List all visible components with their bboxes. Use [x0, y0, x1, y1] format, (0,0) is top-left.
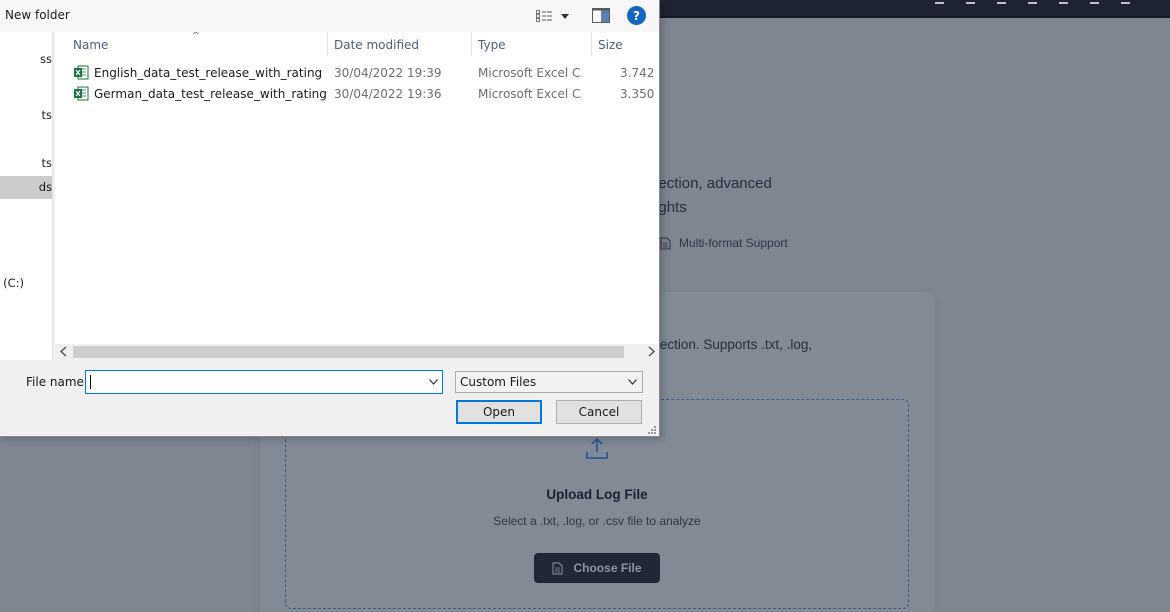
- chevron-down-icon: [628, 379, 637, 385]
- scrollbar-thumb[interactable]: [73, 346, 624, 358]
- file-name-input[interactable]: [90, 373, 420, 391]
- toolbar-icon[interactable]: [1090, 0, 1099, 4]
- file-date: 30/04/2022 19:39: [334, 66, 442, 80]
- file-name-label: File name:: [26, 375, 88, 389]
- feature-label: Multi-format Support: [679, 236, 788, 250]
- toolbar-icon[interactable]: [1028, 0, 1037, 4]
- change-view-button[interactable]: [536, 7, 576, 25]
- navigation-pane[interactable]: ss ts ts ds (C:): [0, 32, 53, 360]
- column-header-name[interactable]: Name: [73, 38, 108, 52]
- nav-item-label: ss: [40, 52, 52, 66]
- column-header-size[interactable]: Size: [598, 38, 623, 52]
- file-list: ^ Name Date modified Type Size English_d…: [55, 32, 659, 344]
- sort-ascending-icon: ^: [192, 32, 200, 41]
- upload-hint: Select a .txt, .log, or .csv file to ana…: [493, 514, 701, 528]
- upload-title: Upload Log File: [546, 487, 648, 502]
- file-type-filter-value: Custom Files: [460, 375, 537, 389]
- resize-grip-icon[interactable]: [647, 425, 657, 435]
- nav-item[interactable]: ss: [0, 48, 52, 71]
- file-date: 30/04/2022 19:36: [334, 87, 442, 101]
- open-button[interactable]: Open: [456, 400, 542, 424]
- nav-item-label: (C:): [3, 276, 24, 290]
- details-view-icon: [536, 10, 552, 22]
- nav-item-label: ds: [38, 180, 52, 194]
- nav-item[interactable]: ts: [0, 104, 52, 127]
- upload-icon: [586, 437, 608, 459]
- toolbar-icon[interactable]: [997, 0, 1006, 4]
- new-folder-button[interactable]: New folder: [5, 8, 70, 22]
- file-size: 3.742 KB: [620, 66, 659, 80]
- nav-item-downloads[interactable]: ds: [0, 176, 52, 199]
- toolbar-icon[interactable]: [935, 0, 944, 4]
- column-header-type[interactable]: Type: [478, 38, 506, 52]
- feature-badge: Multi-format Support: [660, 236, 788, 250]
- document-icon: [552, 562, 563, 574]
- nav-item-drive-c[interactable]: (C:): [0, 272, 26, 295]
- file-name: German_data_test_release_with_rating: [94, 87, 327, 101]
- column-divider[interactable]: [591, 32, 592, 56]
- toolbar-icon[interactable]: [1121, 0, 1130, 4]
- help-icon[interactable]: ?: [627, 6, 646, 25]
- column-divider[interactable]: [327, 32, 328, 56]
- toolbar-icon[interactable]: [966, 0, 975, 4]
- scroll-right-icon[interactable]: [646, 346, 656, 357]
- scroll-left-icon[interactable]: [59, 346, 69, 357]
- column-header-date[interactable]: Date modified: [334, 38, 419, 52]
- file-open-dialog: New folder ? ss ts ts ds (C:) ^ Name Dat…: [0, 0, 660, 437]
- toolbar-icon[interactable]: [1059, 0, 1068, 4]
- file-row[interactable]: German_data_test_release_with_rating 30/…: [55, 84, 659, 105]
- file-type: Microsoft Excel C...: [478, 66, 582, 80]
- file-type: Microsoft Excel C...: [478, 87, 582, 101]
- file-name: English_data_test_release_with_rating: [94, 66, 323, 80]
- chevron-down-icon: [561, 13, 569, 19]
- top-bar-icons: [935, 0, 1130, 8]
- choose-file-label: Choose File: [573, 561, 642, 575]
- file-type-filter[interactable]: Custom Files: [455, 371, 643, 393]
- nav-item-label: ts: [41, 108, 52, 122]
- file-name-field[interactable]: [85, 370, 443, 394]
- nav-item[interactable]: ts: [0, 152, 52, 175]
- horizontal-scrollbar[interactable]: [55, 344, 659, 360]
- chevron-down-icon[interactable]: [429, 379, 438, 385]
- cancel-button[interactable]: Cancel: [556, 400, 642, 424]
- column-divider[interactable]: [471, 32, 472, 56]
- nav-item-label: ts: [41, 156, 52, 170]
- file-row[interactable]: English_data_test_release_with_rating 30…: [55, 63, 659, 84]
- excel-csv-icon: [74, 86, 89, 101]
- choose-file-button[interactable]: Choose File: [534, 553, 660, 583]
- preview-pane-icon[interactable]: [592, 8, 610, 23]
- file-size: 3.350 KB: [620, 87, 659, 101]
- excel-csv-icon: [74, 65, 89, 80]
- document-icon: [660, 237, 671, 249]
- dialog-toolbar: New folder ?: [0, 0, 659, 32]
